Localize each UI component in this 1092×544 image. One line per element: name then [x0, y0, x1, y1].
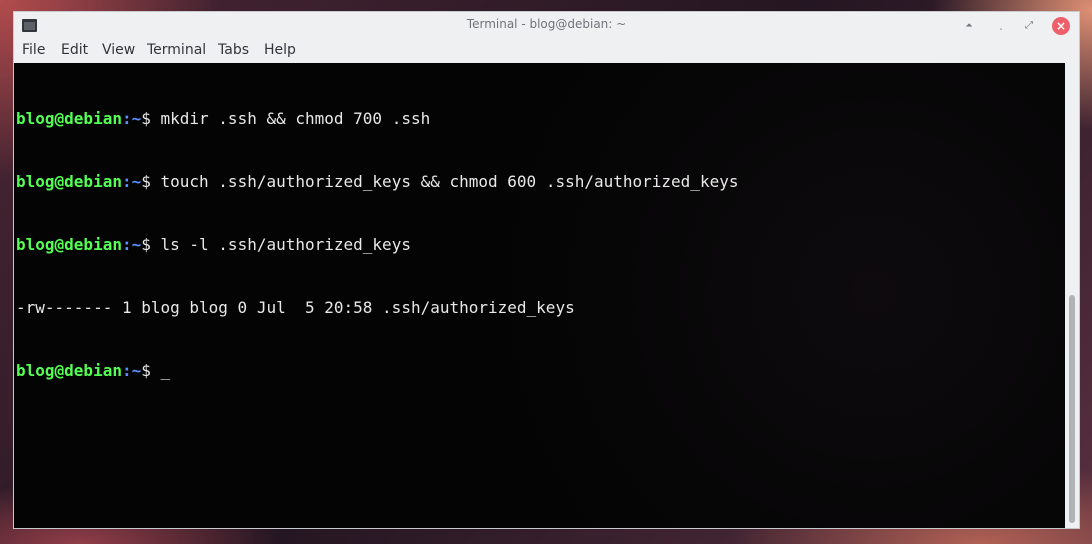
prompt-user: blog@debian	[16, 172, 122, 191]
text-cursor: _	[160, 361, 171, 380]
terminal-output: blog@debian:~$ mkdir .ssh && chmod 700 .…	[16, 66, 738, 423]
prompt-path: :~	[121, 361, 142, 380]
window-title: Terminal - blog@debian: ~	[466, 17, 627, 31]
command-text: mkdir .ssh && chmod 700 .ssh	[160, 109, 431, 128]
terminal-line: blog@debian:~$ ls -l .ssh/authorized_key…	[16, 234, 738, 255]
vertical-scrollbar[interactable]	[1065, 63, 1079, 528]
menu-view[interactable]: View	[102, 42, 135, 58]
prompt-symbol: $	[141, 361, 161, 380]
prompt-user: blog@debian	[16, 361, 122, 380]
terminal-line: blog@debian:~$ _	[16, 360, 738, 381]
prompt-path: :~	[121, 172, 142, 191]
close-icon[interactable]: ×	[1052, 17, 1070, 35]
menu-tabs[interactable]: Tabs	[218, 42, 249, 58]
prompt-user: blog@debian	[16, 235, 122, 254]
keep-above-icon[interactable]: ⏶	[961, 18, 977, 34]
prompt-path: :~	[121, 109, 142, 128]
menu-help[interactable]: Help	[264, 42, 296, 58]
menu-edit[interactable]: Edit	[61, 42, 88, 58]
terminal-window: Terminal - blog@debian: ~ ⏶ ˯ ⤢ × File E…	[13, 11, 1080, 529]
title-bar[interactable]: Terminal - blog@debian: ~ ⏶ ˯ ⤢ ×	[14, 12, 1079, 39]
prompt-symbol: $	[141, 235, 161, 254]
command-text: ls -l .ssh/authorized_keys	[160, 235, 411, 254]
menu-bar: File Edit View Terminal Tabs Help	[14, 39, 1079, 63]
prompt-path: :~	[121, 235, 142, 254]
menu-file[interactable]: File	[22, 42, 45, 58]
terminal-area[interactable]: blog@debian:~$ mkdir .ssh && chmod 700 .…	[14, 63, 1065, 528]
terminal-line: blog@debian:~$ touch .ssh/authorized_key…	[16, 171, 738, 192]
prompt-symbol: $	[141, 172, 161, 191]
output-text: -rw------- 1 blog blog 0 Jul 5 20:58 .ss…	[16, 298, 575, 317]
prompt-user: blog@debian	[16, 109, 122, 128]
terminal-line: -rw------- 1 blog blog 0 Jul 5 20:58 .ss…	[16, 297, 738, 318]
menu-terminal[interactable]: Terminal	[147, 42, 206, 58]
maximize-icon[interactable]: ⤢	[1021, 18, 1037, 34]
prompt-symbol: $	[141, 109, 161, 128]
terminal-line: blog@debian:~$ mkdir .ssh && chmod 700 .…	[16, 108, 738, 129]
scrollbar-thumb[interactable]	[1069, 295, 1075, 523]
command-text: touch .ssh/authorized_keys && chmod 600 …	[160, 172, 739, 191]
minimize-icon[interactable]: ˯	[993, 18, 1009, 34]
